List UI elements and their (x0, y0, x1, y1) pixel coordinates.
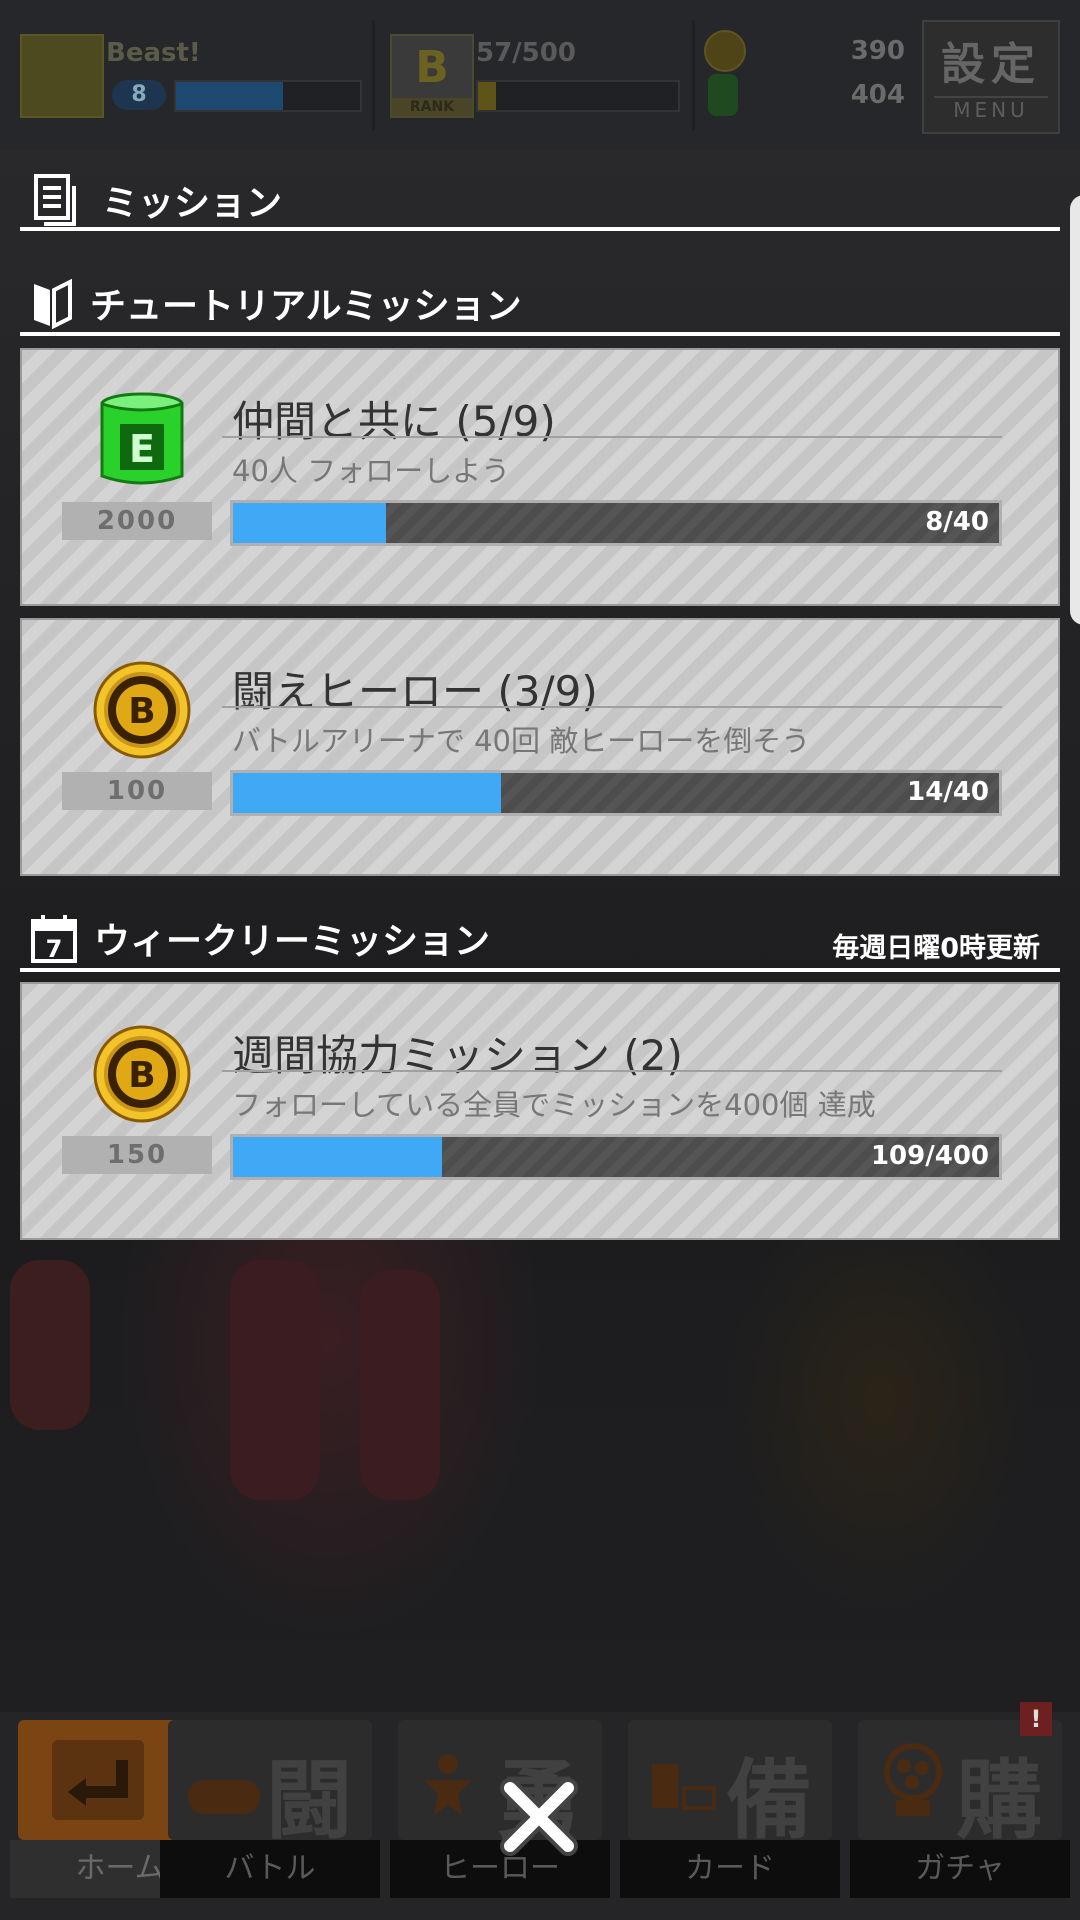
weekly-heading-rule (20, 968, 1060, 972)
player-name: Beast! (106, 38, 201, 68)
background-character (10, 1260, 90, 1430)
nav-battle[interactable]: 闘 バトル (160, 1716, 380, 1912)
hero-icon (424, 1754, 472, 1816)
gacha-alert-badge: ! (1020, 1702, 1052, 1736)
svg-text:7: 7 (46, 935, 63, 963)
calendar-icon: 7 (31, 915, 77, 963)
progress-bar: 109/400 (230, 1134, 1002, 1180)
progress-fill (233, 773, 502, 813)
gacha-glyph: 購 (956, 1751, 1042, 1851)
close-icon[interactable] (496, 1774, 582, 1860)
weekly-reset-note: 毎週日曜0時更新 (832, 933, 1040, 964)
panel-title-text: ミッション (102, 183, 283, 224)
divider (692, 20, 695, 130)
mission-card[interactable]: B 100 闘えヒーロー (3/9) バトルアリーナで 40回 敵ヒーローを倒そ… (20, 618, 1060, 876)
tutorial-heading-text: チュートリアルミッション (90, 286, 522, 327)
title-rule (222, 436, 1002, 438)
reward-amount: 100 (62, 772, 212, 810)
weekly-heading: 7 ウィークリーミッション (30, 912, 490, 964)
panel-title: ミッション (30, 172, 282, 228)
tutorial-heading: チュートリアルミッション (30, 276, 522, 330)
progress-fill (233, 1137, 442, 1177)
title-rule (222, 1070, 1002, 1072)
card-glyph: 備 (726, 1751, 812, 1851)
mission-description: フォローしている全員でミッションを400個 達成 (232, 1088, 876, 1122)
background-character (360, 1270, 440, 1500)
battle-art: 闘 (168, 1720, 372, 1851)
level-badge: 8 (112, 80, 166, 110)
progress-bar: 14/40 (230, 770, 1002, 816)
reward-amount: 150 (62, 1136, 212, 1174)
title-rule (222, 706, 1002, 708)
nav-gacha[interactable]: 購 ガチャ (850, 1716, 1070, 1912)
progress-text: 109/400 (870, 1141, 989, 1171)
tutorial-heading-rule (20, 332, 1060, 336)
mission-title: 週間協力ミッション (2) (232, 1031, 683, 1080)
gamepad-icon (188, 1780, 260, 1814)
rank-bar-fill (478, 82, 496, 110)
divider (372, 20, 375, 130)
weekly-heading-text: ウィークリーミッション (94, 921, 491, 962)
mission-title: 仲間と共に (5/9) (232, 397, 556, 446)
progress-bar: 8/40 (230, 500, 1002, 546)
nav-card[interactable]: 備 カード (620, 1716, 840, 1912)
coin-icon: B (93, 1025, 191, 1123)
rank-label: RANK (392, 98, 472, 116)
rank-icon: B RANK (390, 34, 474, 118)
mission-title: 闘えヒーロー (3/9) (232, 667, 598, 716)
nav-gacha-label: ガチャ (850, 1840, 1070, 1898)
rank-progress-text: 57/500 (476, 38, 576, 68)
mission-description: バトルアリーナで 40回 敵ヒーローを倒そう (232, 724, 811, 758)
top-status-bar: Beast! 8 B RANK 57/500 390 404 設定 MENU (0, 0, 1080, 150)
player-avatar[interactable] (20, 34, 104, 118)
document-icon (34, 174, 76, 226)
progress-text: 14/40 (907, 777, 989, 807)
xp-bar (174, 80, 362, 112)
cards-icon (652, 1764, 716, 1810)
menu-label: MENU (934, 96, 1048, 122)
battle-glyph: 闘 (266, 1751, 352, 1851)
nav-battle-label: バトル (160, 1840, 380, 1898)
menu-button[interactable]: 設定 MENU (922, 20, 1060, 134)
background-character (230, 1260, 320, 1500)
mission-card[interactable]: B 150 週間協力ミッション (2) フォローしている全員でミッションを400… (20, 982, 1060, 1240)
svg-text:E: E (129, 427, 155, 471)
book-icon (34, 278, 72, 330)
barrel-count: 404 (850, 80, 905, 110)
coin-icon: B (93, 661, 191, 759)
gacha-icon (884, 1743, 942, 1816)
rank-glyph: B (415, 42, 449, 93)
panel-title-rule (20, 227, 1060, 231)
barrel-icon: E (100, 392, 184, 485)
menu-kanji: 設定 (941, 39, 1041, 90)
mission-card[interactable]: E 2000 仲間と共に (5/9) 40人 フォローしよう 8/40 (20, 348, 1060, 606)
side-scroll-tab[interactable] (1070, 195, 1080, 625)
gacha-art: 購 (858, 1720, 1062, 1851)
card-art: 備 (628, 1720, 832, 1851)
barrel-icon (708, 74, 738, 116)
nav-card-label: カード (620, 1840, 840, 1898)
return-icon (52, 1740, 144, 1820)
xp-bar-fill (176, 82, 283, 110)
coin-count: 390 (850, 36, 905, 66)
progress-text: 8/40 (925, 507, 989, 537)
coin-icon (704, 30, 746, 72)
reward-amount: 2000 (62, 502, 212, 540)
svg-text:B: B (128, 691, 155, 732)
mission-description: 40人 フォローしよう (232, 454, 511, 488)
svg-text:B: B (128, 1055, 155, 1096)
rank-bar (476, 80, 680, 112)
progress-fill (233, 503, 387, 543)
